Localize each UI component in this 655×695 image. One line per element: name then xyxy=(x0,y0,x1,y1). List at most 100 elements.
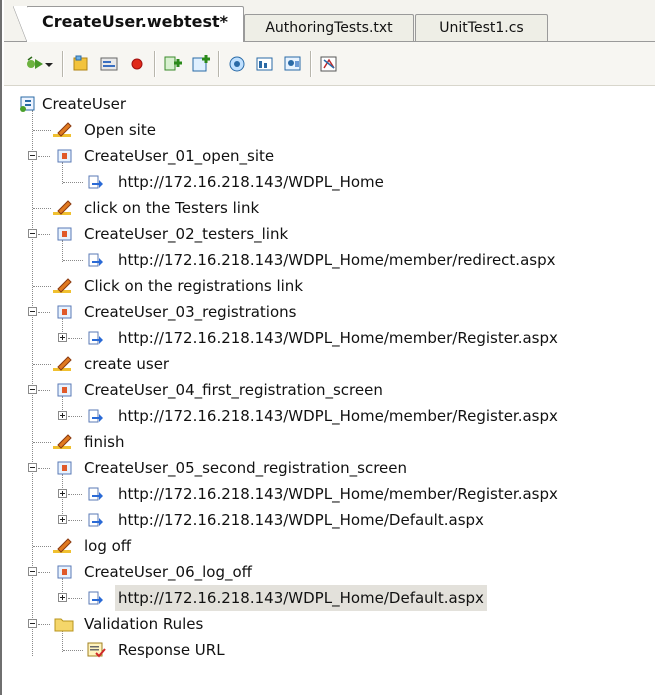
toolbar-separator xyxy=(154,51,156,77)
tree-node-request-selected[interactable]: http://172.16.218.143/WDPL_Home/Default.… xyxy=(4,585,644,611)
tree-node-request[interactable]: http://172.16.218.143/WDPL_Home/Default.… xyxy=(4,507,644,533)
tree-node-comment[interactable]: finish xyxy=(4,429,604,455)
tree-connector xyxy=(33,130,51,131)
tree-node-request[interactable]: http://172.16.218.143/WDPL_Home/member/R… xyxy=(4,403,644,429)
tab-label: AuthoringTests.txt xyxy=(265,20,393,36)
add-data-source-icon[interactable] xyxy=(254,53,276,75)
tree-node-label: CreateUser_01_open_site xyxy=(84,147,275,165)
tab-label: UnitTest1.cs xyxy=(439,20,524,36)
toolbar-separator xyxy=(310,51,312,77)
tree-connector xyxy=(33,442,51,443)
insert-web-service-icon[interactable] xyxy=(190,53,212,75)
tree-connector xyxy=(33,286,51,287)
collapse-toggle[interactable] xyxy=(28,619,37,628)
tree-node-page[interactable]: CreateUser_05_second_registration_screen xyxy=(4,455,604,481)
tab-createuser-webtest[interactable]: CreateUser.webtest* xyxy=(13,6,244,42)
add-transaction-icon[interactable] xyxy=(98,53,120,75)
tree-node-request[interactable]: http://172.16.218.143/WDPL_Home/member/R… xyxy=(4,481,644,507)
expand-toggle[interactable] xyxy=(58,411,67,420)
tree-connector xyxy=(63,260,83,261)
web-request-icon xyxy=(56,563,74,581)
collapse-toggle[interactable] xyxy=(28,385,37,394)
collapse-toggle[interactable] xyxy=(28,307,37,316)
set-credentials-icon[interactable] xyxy=(282,53,304,75)
tree-node-request[interactable]: http://172.16.218.143/WDPL_Home/member/r… xyxy=(4,247,644,273)
tree-node-request[interactable]: http://172.16.218.143/WDPL_Home/member/R… xyxy=(4,325,644,351)
webtest-toolbar xyxy=(4,42,655,86)
tree-node-label: log off xyxy=(84,537,132,555)
tree-node-label: CreateUser_02_testers_link xyxy=(84,225,289,243)
web-request-icon xyxy=(56,303,74,321)
insert-request-icon[interactable] xyxy=(162,53,184,75)
tab-unittest1[interactable]: UnitTest1.cs xyxy=(415,14,548,41)
document-tab-strip: UnitTest1.cs AuthoringTests.txt CreateUs… xyxy=(4,0,655,42)
expand-toggle[interactable] xyxy=(58,593,67,602)
tree-node-page[interactable]: CreateUser_01_open_site xyxy=(4,143,604,169)
tree-node-label: http://172.16.218.143/WDPL_Home/member/R… xyxy=(118,329,558,347)
tree-node-comment[interactable]: click on the Testers link xyxy=(4,195,604,221)
tree-node-label: http://172.16.218.143/WDPL_Home/member/R… xyxy=(118,407,558,425)
tree-node-label: CreateUser_05_second_registration_screen xyxy=(84,459,408,477)
comment-pencil-icon xyxy=(52,199,72,217)
collapse-toggle[interactable] xyxy=(28,151,37,160)
expand-toggle[interactable] xyxy=(58,489,67,498)
expand-toggle[interactable] xyxy=(58,515,67,524)
request-arrow-icon xyxy=(86,251,104,269)
collapse-toggle[interactable] xyxy=(28,229,37,238)
tree-node-label: create user xyxy=(84,355,170,373)
tree-node-comment[interactable]: log off xyxy=(4,533,604,559)
tree-connector xyxy=(38,234,50,235)
web-request-icon xyxy=(56,225,74,243)
tab-authoringtests[interactable]: AuthoringTests.txt xyxy=(244,14,414,41)
request-arrow-icon xyxy=(86,329,104,347)
tree-node-label: CreateUser_06_log_off xyxy=(84,563,252,581)
webtest-editor-window: UnitTest1.cs AuthoringTests.txt CreateUs… xyxy=(0,0,655,695)
tree-node-label: Click on the registrations link xyxy=(84,277,304,295)
web-request-icon xyxy=(56,459,74,477)
toolbar-separator xyxy=(62,51,64,77)
tree-node-page[interactable]: CreateUser_02_testers_link xyxy=(4,221,604,247)
comment-pencil-icon xyxy=(52,121,72,139)
tree-node-request[interactable]: http://172.16.218.143/WDPL_Home xyxy=(4,169,644,195)
tree-node-comment[interactable]: create user xyxy=(4,351,604,377)
tree-connector xyxy=(68,416,82,417)
tree-node-validation-rules[interactable]: Validation Rules xyxy=(4,611,604,637)
tree-node-page[interactable]: CreateUser_06_log_off xyxy=(4,559,604,585)
web-request-icon xyxy=(56,147,74,165)
tree-node-validation-rule[interactable]: Response URL xyxy=(4,637,604,663)
tree-node-page[interactable]: CreateUser_04_first_registration_screen xyxy=(4,377,604,403)
tree-connector xyxy=(33,208,51,209)
tree-node-label: Validation Rules xyxy=(84,615,204,633)
tree-connector xyxy=(38,312,50,313)
expand-toggle[interactable] xyxy=(58,333,67,342)
collapse-toggle[interactable] xyxy=(28,567,37,576)
tree-connector xyxy=(63,182,83,183)
comment-pencil-icon xyxy=(52,355,72,373)
tree-node-comment[interactable]: Click on the registrations link xyxy=(4,273,604,299)
request-tree: CreateUser Open site CreateUser_01_open_… xyxy=(4,86,655,695)
collapse-toggle[interactable] xyxy=(28,463,37,472)
add-validation-rule-icon[interactable] xyxy=(226,53,248,75)
tree-node-comment[interactable]: Open site xyxy=(4,117,604,143)
tree-node-label: CreateUser_04_first_registration_screen xyxy=(84,381,383,399)
comment-pencil-icon xyxy=(52,277,72,295)
tree-node-label: http://172.16.218.143/WDPL_Home/member/R… xyxy=(118,485,558,503)
tree-node-label: CreateUser xyxy=(42,95,127,113)
tree-connector xyxy=(38,156,50,157)
tree-connector xyxy=(38,624,50,625)
add-comment-icon[interactable] xyxy=(70,53,92,75)
tree-connector xyxy=(68,598,82,599)
request-arrow-icon xyxy=(86,173,104,191)
tree-connector xyxy=(63,650,83,651)
tree-node-label: finish xyxy=(84,433,125,451)
dropdown-arrow-icon[interactable] xyxy=(42,53,56,75)
tree-node-page[interactable]: CreateUser_03_registrations xyxy=(4,299,604,325)
tab-label: CreateUser.webtest* xyxy=(42,12,228,31)
request-arrow-icon xyxy=(86,511,104,529)
validation-rule-icon xyxy=(86,641,106,659)
request-arrow-icon xyxy=(86,407,104,425)
generate-code-icon[interactable] xyxy=(318,53,340,75)
tree-node-root[interactable]: CreateUser xyxy=(4,91,604,117)
record-icon[interactable] xyxy=(126,53,148,75)
tree-connector xyxy=(33,546,51,547)
